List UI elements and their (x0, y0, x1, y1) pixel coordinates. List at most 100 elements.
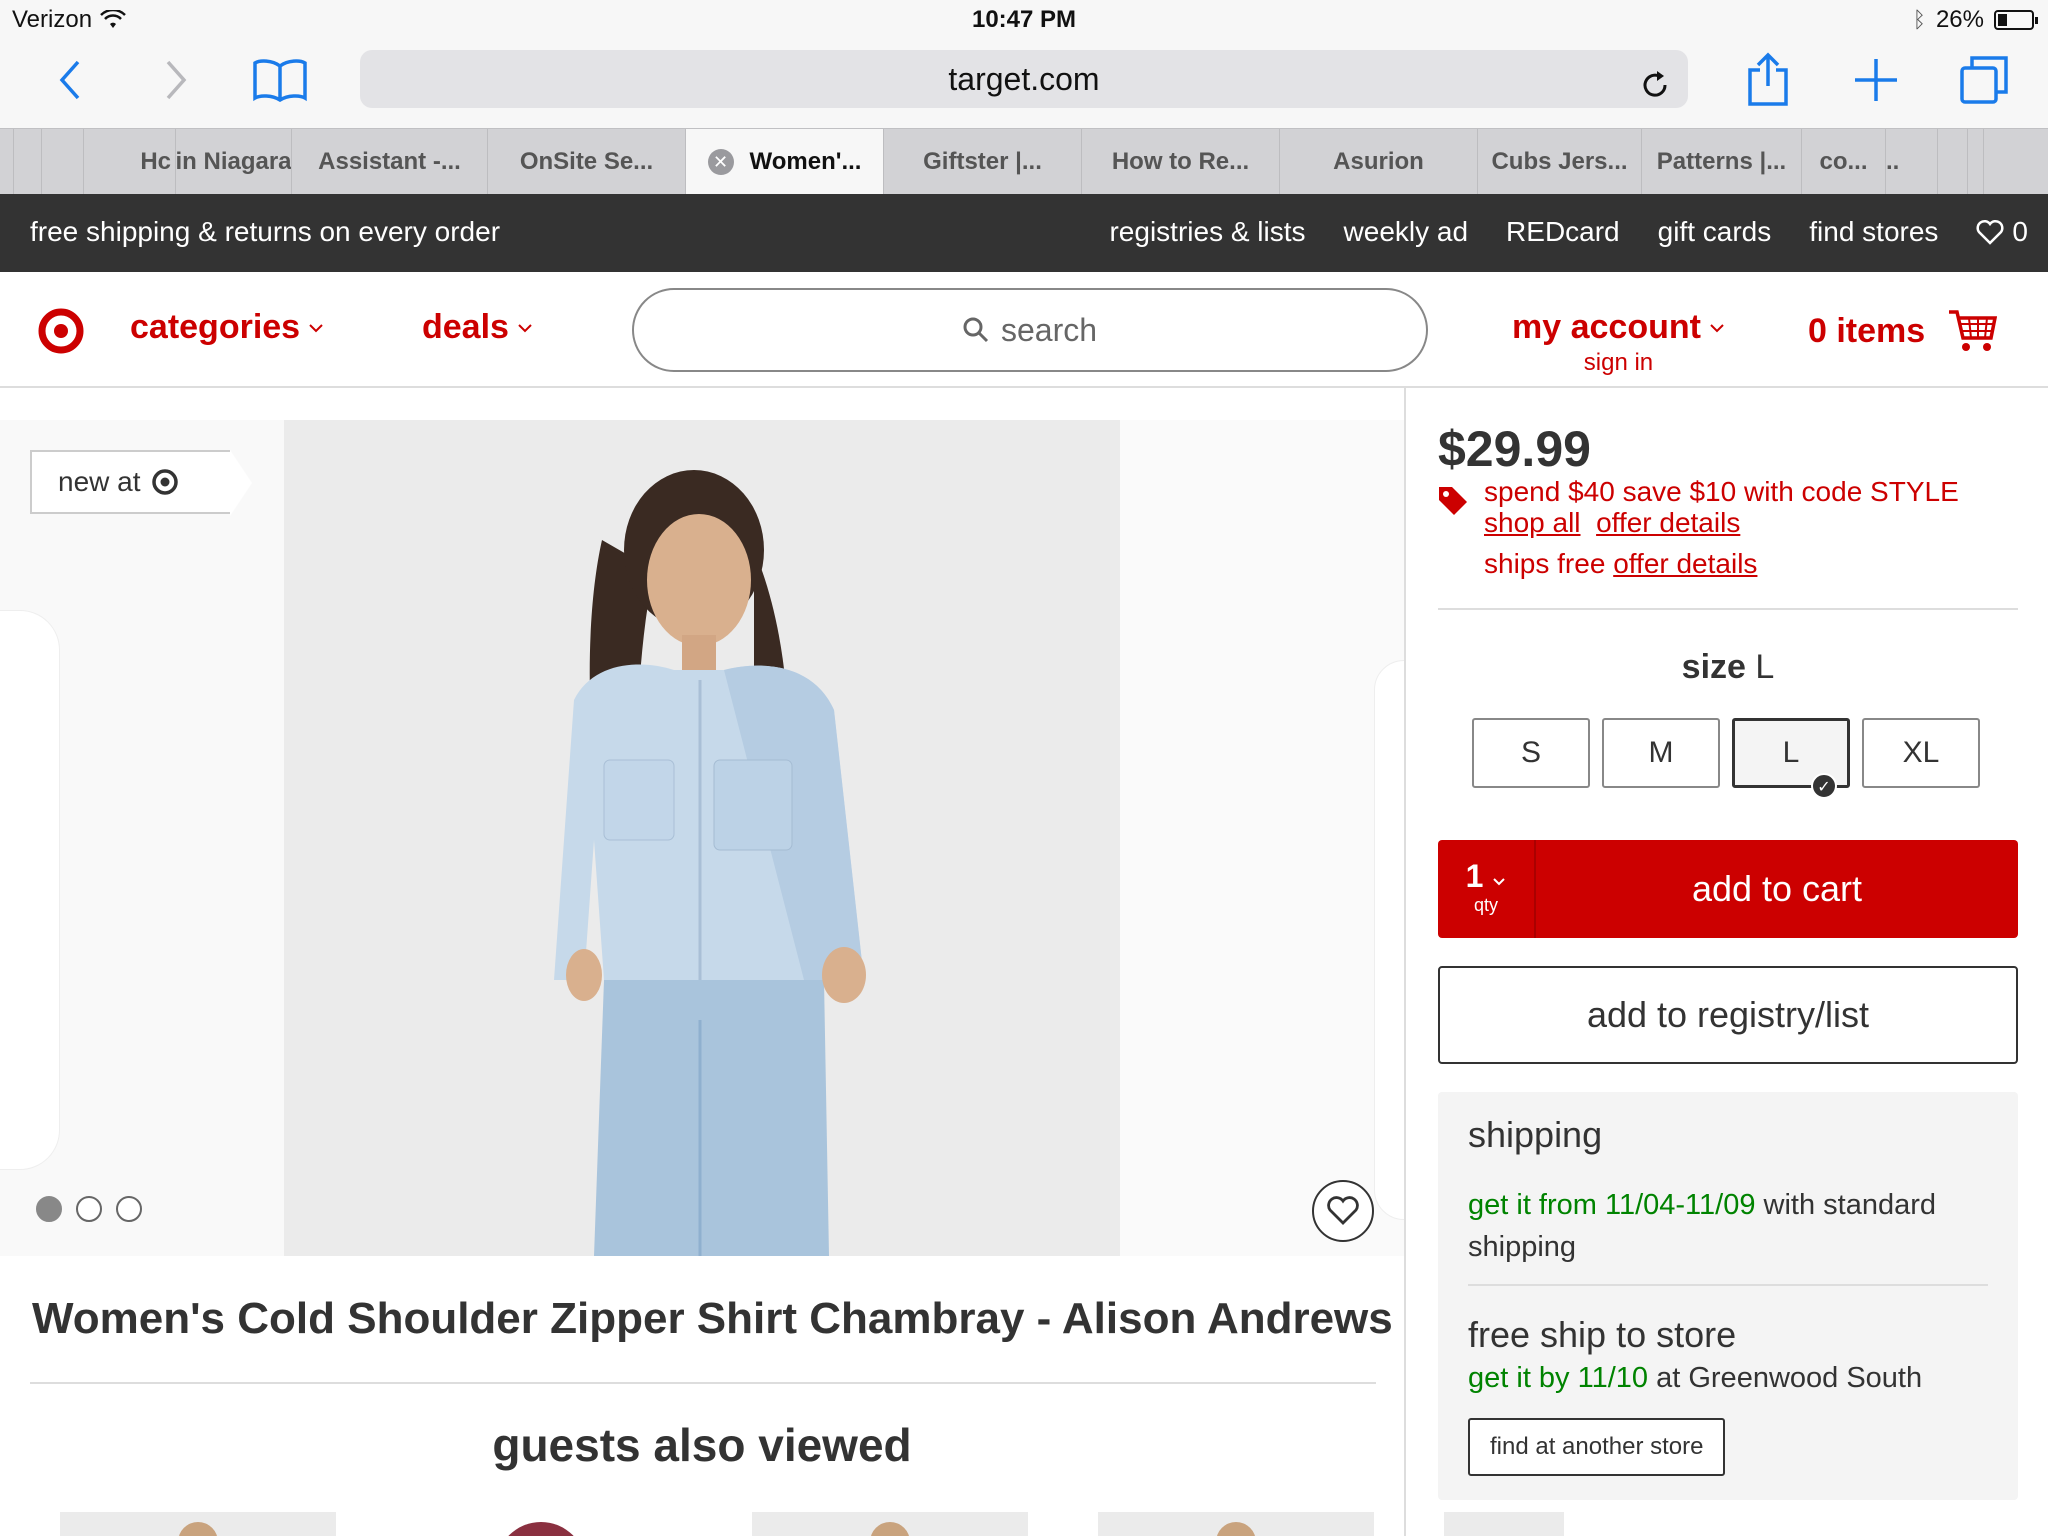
size-option-m[interactable]: M (1602, 718, 1720, 788)
size-selector: S M L ✓ XL (1472, 718, 1980, 799)
heart-icon (1327, 1196, 1359, 1225)
new-tab-button[interactable] (1848, 50, 1904, 110)
also-viewed-item[interactable] (406, 1512, 682, 1536)
cart-button[interactable]: 0 items (1808, 308, 1998, 354)
tab-stack[interactable] (1938, 129, 1968, 195)
browser-tab-strip: Hc in Niagara Assistant -... OnSite Se..… (0, 128, 2048, 195)
also-viewed-list (60, 1512, 1564, 1536)
search-icon (963, 317, 989, 343)
purchase-panel: $29.99 spend $40 save $10 with code STYL… (1404, 388, 2048, 1536)
battery-icon (1994, 10, 2038, 30)
clock: 10:47 PM (971, 6, 1077, 33)
chevron-down-icon (518, 323, 532, 332)
selected-size: L (1755, 648, 1775, 686)
shop-all-link[interactable]: shop all (1484, 507, 1581, 538)
chevron-right-icon (166, 60, 187, 100)
chevron-down-icon (1710, 323, 1724, 332)
close-tab-icon[interactable]: ✕ (707, 149, 734, 175)
sign-in-link[interactable]: sign in (1512, 349, 1725, 377)
search-input[interactable]: search (632, 288, 1428, 372)
promo-bar: free shipping & returns on every order r… (0, 194, 2048, 272)
product-price: $29.99 (1438, 421, 1591, 477)
also-viewed-item[interactable] (752, 1512, 1028, 1536)
model-illustration (554, 470, 866, 1256)
favorites-count: 0 (2012, 216, 2028, 247)
size-option-xl[interactable]: XL (1862, 718, 1980, 788)
browser-tab[interactable]: Cubs Jers... (1478, 129, 1642, 195)
forward-button[interactable] (156, 50, 196, 110)
also-viewed-item[interactable] (60, 1512, 336, 1536)
carousel-dot[interactable] (36, 1196, 62, 1222)
shipping-heading: shipping (1468, 1114, 1603, 1155)
heart-icon (1976, 219, 2004, 245)
store-pickup-heading: free ship to store (1468, 1314, 1737, 1355)
cart-icon (1949, 310, 1998, 351)
check-icon: ✓ (1811, 773, 1837, 799)
my-account-menu[interactable]: my account sign in (1512, 308, 1725, 377)
offer-details-link[interactable]: offer details (1596, 507, 1740, 538)
browser-tab[interactable]: co... (1802, 129, 1886, 195)
target-logo[interactable] (38, 308, 84, 359)
new-at-target-badge: new at (30, 450, 252, 516)
product-main: new at Women's Cold Shoulder Zipper Shir… (0, 388, 1564, 1536)
browser-tab[interactable]: Assistant -... (292, 129, 488, 195)
browser-tab[interactable]: Patterns |... (1642, 129, 1802, 195)
browser-tab[interactable]: .. (1886, 129, 1938, 195)
size-option-l[interactable]: L ✓ (1732, 718, 1850, 799)
chevron-down-icon (309, 323, 323, 332)
divider (1438, 608, 2018, 610)
promo-offer-text: spend $40 save $10 with code STYLE (1484, 476, 1959, 507)
reload-icon[interactable] (1638, 62, 1672, 120)
browser-tab[interactable]: How to Re... (1082, 129, 1280, 195)
tab-stack[interactable] (42, 129, 84, 195)
bookmarks-button[interactable] (250, 50, 310, 110)
target-bullseye-icon (38, 308, 84, 354)
browser-tab[interactable]: OnSite Se... (488, 129, 686, 195)
browser-tab[interactable]: Hc (84, 129, 176, 195)
browser-tab[interactable]: Asurion (1280, 129, 1478, 195)
find-another-store-button[interactable]: find at another store (1468, 1418, 1726, 1476)
free-shipping-promo: free shipping & returns on every order (30, 216, 501, 247)
address-bar[interactable]: target.com (360, 50, 1688, 108)
tab-stack[interactable] (1968, 129, 1984, 195)
carousel-dot[interactable] (116, 1196, 142, 1222)
link-registries[interactable]: registries & lists (1109, 216, 1305, 248)
size-option-s[interactable]: S (1472, 718, 1590, 788)
link-gift-cards[interactable]: gift cards (1658, 216, 1772, 248)
store-pickup-estimate: get it by 11/10 at Greenwood South (1468, 1362, 1923, 1394)
url-text: target.com (948, 61, 1100, 97)
browser-tab-active[interactable]: ✕ Women'... (686, 129, 884, 195)
link-weekly-ad[interactable]: weekly ad (1344, 216, 1469, 248)
deals-menu[interactable]: deals (422, 308, 533, 347)
product-image-carousel[interactable]: new at (0, 420, 1404, 1256)
quantity-selector[interactable]: 1 qty (1438, 840, 1536, 938)
add-to-registry-button[interactable]: add to registry/list (1438, 966, 2018, 1064)
categories-menu[interactable]: categories (130, 308, 324, 347)
share-icon (1748, 52, 1788, 106)
add-to-cart-button[interactable]: add to cart (1536, 840, 2018, 938)
next-image-peek[interactable] (1120, 420, 1404, 1256)
also-viewed-item[interactable] (1098, 1512, 1374, 1536)
share-button[interactable] (1740, 50, 1796, 110)
tabs-overview-button[interactable] (1956, 50, 2012, 110)
browser-tab[interactable]: in Niagara (176, 129, 292, 195)
ships-free-offer-details-link[interactable]: offer details (1613, 548, 1757, 579)
browser-tab[interactable]: Giftster |... (884, 129, 1082, 195)
tab-stack[interactable] (1984, 129, 1998, 195)
link-find-stores[interactable]: find stores (1809, 216, 1938, 248)
divider (1468, 1284, 1988, 1286)
guests-also-viewed-heading: guests also viewed (492, 1419, 912, 1471)
add-to-favorites-button[interactable] (1312, 1180, 1374, 1242)
tabs-icon (1960, 56, 2008, 104)
add-to-cart-group: 1 qty add to cart (1438, 840, 2018, 938)
previous-image-peek[interactable] (0, 420, 284, 1256)
product-image[interactable] (284, 420, 1120, 1256)
tab-stack[interactable] (0, 129, 14, 195)
favorites-link[interactable]: 0 (1976, 216, 2028, 248)
promo-offer: spend $40 save $10 with code STYLE shop … (1484, 476, 1959, 538)
book-icon (253, 59, 307, 102)
link-redcard[interactable]: REDcard (1506, 216, 1620, 248)
carousel-dot[interactable] (76, 1196, 102, 1222)
back-button[interactable] (50, 50, 90, 110)
tab-stack[interactable] (14, 129, 42, 195)
